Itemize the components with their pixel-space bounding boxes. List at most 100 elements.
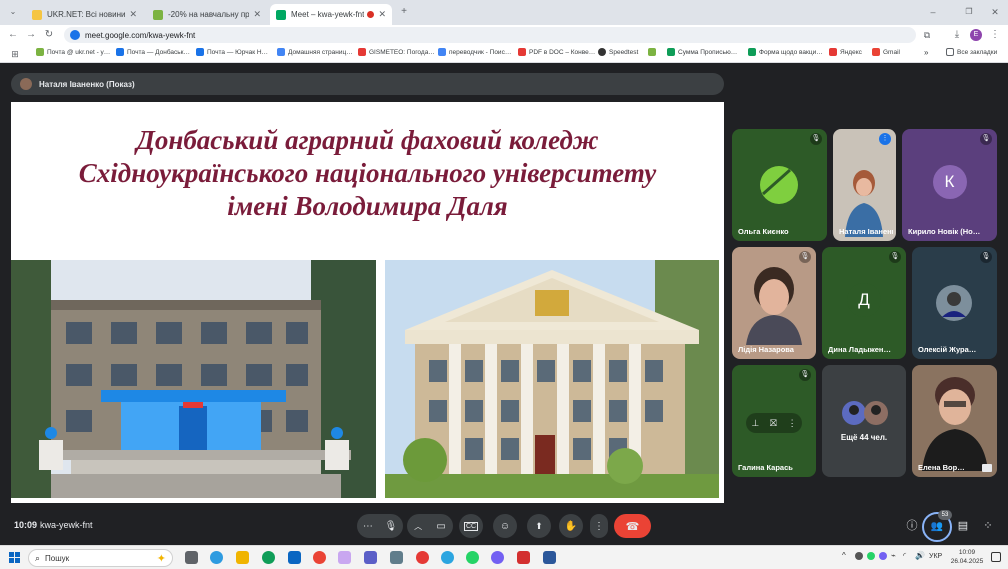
tray-chevron-icon[interactable]: ^ [842,551,846,560]
reload-icon[interactable]: ↻ [42,28,56,42]
bookmark-item[interactable]: Сумма Прописью… [667,48,737,56]
more-participants-label: Ещё 44 чел. [840,433,888,442]
clock[interactable]: 10:09 26.04.2025 [946,548,988,566]
outlook-icon[interactable] [288,551,301,564]
copilot-icon[interactable] [210,551,223,564]
file-explorer-icon[interactable] [236,551,249,564]
notifications-icon[interactable] [991,552,1001,562]
telegram-icon[interactable] [441,551,454,564]
people-count-badge: 53 [938,510,952,520]
participant-tile[interactable]: Елена Вор… [912,365,997,477]
bookmark-item[interactable]: Форма щодо вакци… [748,48,823,56]
tab-promo[interactable]: -20% на навчальну програ ✕ [147,4,267,25]
participant-tile[interactable]: 🎙 Лідія Назарова [732,247,816,359]
tray-whatsapp-icon[interactable] [867,552,875,560]
calculator-icon[interactable] [390,551,403,564]
bookmark-item[interactable]: PDF в DOC – Конве… [518,48,595,56]
emoji-button[interactable]: ☺ [493,514,517,538]
windows-start-icon[interactable] [9,552,20,563]
viber-icon[interactable] [491,551,504,564]
menu-dots-icon[interactable]: ⋮ [988,28,1002,42]
search-highlight-icon: ✦ [156,552,166,565]
close-icon[interactable]: ✕ [129,9,137,20]
profile-avatar[interactable]: E [970,29,982,41]
bookmark-item[interactable]: Почта @ ukr.net - у… [36,48,110,56]
participant-tile[interactable]: ⋮ Наталя Іваненко [833,129,896,241]
more-options-button[interactable]: ⋮ [590,514,608,538]
taskbar-search[interactable]: ⌕ Пошук ✦ [28,549,173,567]
teams-icon[interactable] [364,551,377,564]
bookmark-item[interactable]: Почта — Юрчак Н… [196,48,268,56]
more-bookmarks-icon[interactable]: » [924,48,928,57]
raise-hand-button[interactable]: ✋ [559,514,583,538]
window-close-icon[interactable]: ✕ [988,5,1002,19]
close-icon[interactable]: ✕ [378,9,386,20]
bookmark-item[interactable]: Яндекс [829,48,862,56]
browser-tab-bar: ⌄ UKR.NET: Всі новини України, ✕ -20% на… [0,0,1008,25]
back-icon[interactable]: ← [6,28,20,42]
participant-tile[interactable]: ⊥ ⛝ ⋮ 🎙 Галина Карась [732,365,816,477]
camera-button[interactable]: ︿ ▭ [407,514,453,538]
bookmark-item[interactable]: Speedtest [598,48,638,56]
task-view-icon[interactable] [185,551,198,564]
wifi-icon[interactable]: ◜ [903,551,906,560]
tab-meet[interactable]: Meet – kwa-yewk-fnt ✕ [270,4,392,25]
tray-app-icon[interactable] [855,552,863,560]
extensions-icon[interactable]: ⧉ [920,28,934,42]
apps-grid-icon[interactable]: ⊞ [8,47,22,61]
bookmark-favicon-icon [829,48,837,56]
mic-button[interactable]: ⋯ 🎙 [357,514,403,538]
word-icon[interactable] [543,551,556,564]
meeting-info-icon[interactable]: ⓘ [904,518,920,534]
download-icon[interactable]: ⤓ [950,28,964,42]
all-bookmarks-folder[interactable]: Все закладки [946,48,997,56]
bookmark-item[interactable]: переводчик - Поис… [438,48,511,56]
chat-icon[interactable]: ▤ [955,518,971,534]
bookmark-item[interactable]: Почта — Донбаськ… [116,48,190,56]
close-icon[interactable]: ✕ [253,9,261,20]
pin-icon[interactable]: ⊥ [751,418,759,429]
bookmark-item[interactable] [648,48,659,56]
language-indicator[interactable]: УКР [929,553,942,560]
chrome-icon[interactable] [313,551,326,564]
store-icon[interactable] [517,551,530,564]
minimize-icon[interactable]: – [926,5,940,19]
tray-viber-icon[interactable] [879,552,887,560]
ukrnet-favicon-icon [32,9,42,20]
bookmark-item[interactable]: Домашняя страниц… [277,48,353,56]
more-participants-tile[interactable]: Ещё 44 чел. [822,365,906,477]
paint-icon[interactable] [338,551,351,564]
network-icon[interactable]: ⌁ [891,551,896,560]
tab-ukrnet[interactable]: UKR.NET: Всі новини України, ✕ [26,4,143,25]
captions-button[interactable]: CC [459,514,483,538]
camera-options-icon[interactable]: ︿ [414,521,422,532]
bookmark-item[interactable]: GISMETEO: Погода… [358,48,435,56]
activities-icon[interactable]: ⁘ [980,518,996,534]
people-icon: 👥 [930,521,944,532]
participant-tile[interactable]: 🎙 Олексій Жура… [912,247,997,359]
leave-call-button[interactable]: ☎ [614,514,651,538]
forward-icon[interactable]: → [24,28,38,42]
new-tab-button[interactable]: + [397,5,411,19]
mic-options-icon[interactable]: ⋯ [363,521,373,532]
bookmark-favicon-icon [748,48,756,56]
edge-icon[interactable] [262,551,275,564]
participant-tile[interactable]: Д 🎙 Дина Ладыжен… [822,247,906,359]
maximize-icon[interactable]: ❐ [962,5,976,19]
people-button[interactable]: 👥 53 [922,510,952,542]
address-bar[interactable]: meet.google.com/kwa-yewk-fnt [64,27,916,43]
volume-icon[interactable]: 🔊 [915,551,925,560]
tab-search-chevron-icon[interactable]: ⌄ [6,5,20,19]
participant-tile[interactable]: К 🎙 Кирило Новік (Но… [902,129,997,241]
bookmark-item[interactable]: Gmail [872,48,900,56]
mute-icon[interactable]: ⛝ [770,418,777,429]
present-button[interactable]: ⬆ [527,514,551,538]
college-building-photo [11,260,376,498]
more-options-icon[interactable]: ⋮ [788,418,797,429]
participant-name: Ольга Києнко [738,227,789,236]
opera-icon[interactable] [416,551,429,564]
whatsapp-icon[interactable] [466,551,479,564]
participant-tile[interactable]: 🎙 Ольга Києнко [732,129,827,241]
presentation-stage[interactable]: Донбаський аграрний фаховий коледж Східн… [11,102,724,503]
site-info-icon[interactable] [70,30,80,40]
